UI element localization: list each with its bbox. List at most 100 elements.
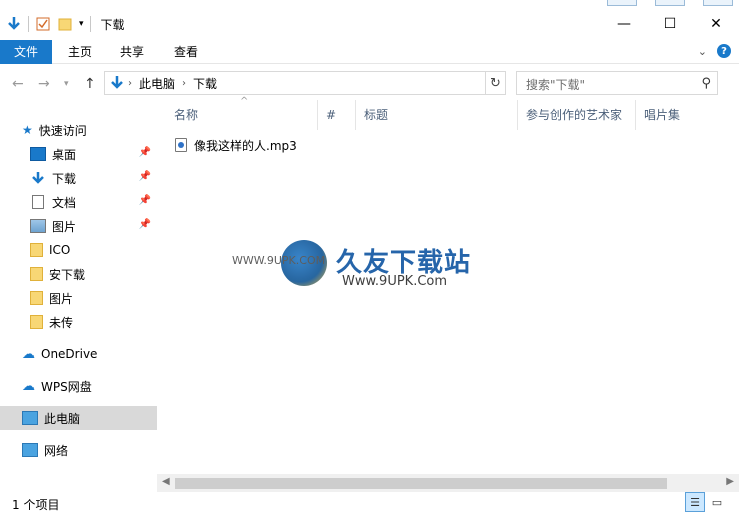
window-controls: — ☐ ✕ [601, 6, 739, 42]
customize-qat-chevron-icon[interactable]: ▾ [79, 19, 84, 29]
sidebar-item-quick-access[interactable]: ★ 快速访问 [0, 118, 157, 142]
tab-file[interactable]: 文件 [0, 40, 52, 64]
horizontal-scrollbar[interactable]: ◀ ▶ [157, 474, 739, 492]
download-icon[interactable] [6, 16, 22, 32]
sidebar-item-label: 此电脑 [44, 411, 81, 426]
properties-icon[interactable] [35, 16, 51, 32]
quick-access-toolbar: ▾ 下载 [6, 13, 125, 35]
pin-icon[interactable]: 📌 [139, 171, 151, 182]
title-bar: ▾ 下载 — ☐ ✕ [0, 0, 739, 40]
toolbar-separator [89, 16, 91, 32]
sidebar-item-label: OneDrive [41, 347, 98, 361]
pin-icon[interactable]: 📌 [139, 195, 151, 206]
folder-icon [30, 291, 43, 305]
scrollbar-thumb[interactable] [175, 478, 667, 489]
network-icon [22, 443, 38, 457]
back-arrow-icon[interactable]: ← [12, 76, 24, 92]
folder-icon [30, 267, 43, 281]
sidebar-item-label: ICO [49, 243, 71, 257]
navigation-pane: ★ 快速访问 桌面 📌 下载 📌 文档 📌 图片 📌 ICO 安下载 图片 未传… [0, 110, 157, 490]
sidebar-item-documents[interactable]: 文档 📌 [0, 190, 157, 214]
expand-ribbon-chevron-icon[interactable]: ⌄ [698, 45, 707, 58]
sidebar-item-anxiazai[interactable]: 安下载 [0, 262, 157, 286]
watermark: WWW.9UPK.COM 久友下载站 Www.9UPK.Com [232, 232, 482, 312]
list-item[interactable]: 像我这样的人.mp3 [175, 136, 297, 154]
search-icon[interactable]: ⚲ [701, 76, 711, 91]
download-folder-icon [111, 76, 123, 89]
document-icon [32, 195, 44, 209]
forward-arrow-icon[interactable]: → [38, 76, 50, 92]
sidebar-item-onedrive[interactable]: ☁ OneDrive [0, 342, 157, 366]
sidebar-item-label: 桌面 [52, 147, 77, 162]
sidebar-item-ico[interactable]: ICO [0, 238, 157, 262]
folder-icon [30, 243, 43, 257]
sidebar-item-pictures-folder[interactable]: 图片 [0, 286, 157, 310]
folder-icon [30, 315, 43, 329]
sidebar-item-label: 安下载 [49, 267, 86, 282]
large-icons-view-icon[interactable]: ▭ [707, 492, 727, 512]
column-header-title[interactable]: 标题 [355, 100, 517, 130]
download-icon [32, 172, 44, 184]
sidebar-item-label: 下载 [52, 171, 77, 186]
breadcrumb-downloads[interactable]: 下载 [189, 75, 221, 92]
recent-locations-chevron-icon[interactable]: ▾ [64, 79, 69, 89]
tab-share[interactable]: 共享 [108, 40, 156, 64]
sidebar-item-label: 图片 [52, 219, 77, 234]
pin-icon[interactable]: 📌 [139, 219, 151, 230]
file-list-pane: ^ 名称 # 标题 参与创作的艺术家 唱片集 像我这样的人.mp3 WWW.9U… [157, 96, 739, 492]
details-view-icon[interactable]: ☰ [685, 492, 705, 512]
sidebar-item-label: 文档 [52, 195, 77, 210]
desktop-icon [30, 147, 46, 161]
star-icon: ★ [22, 123, 33, 137]
toolbar-separator [28, 16, 29, 32]
window-title: 下载 [100, 17, 125, 32]
item-count: 1 个项目 [12, 498, 60, 512]
up-arrow-icon[interactable]: ↑ [84, 76, 96, 92]
sidebar-item-desktop[interactable]: 桌面 📌 [0, 142, 157, 166]
chevron-right-icon[interactable]: › [179, 78, 189, 89]
watermark-url: WWW.9UPK.COM [232, 254, 326, 267]
chevron-right-icon[interactable]: › [125, 78, 135, 89]
sidebar-item-weichuan[interactable]: 未传 [0, 310, 157, 334]
close-button[interactable]: ✕ [693, 6, 739, 42]
search-placeholder: 搜索"下载" [526, 78, 586, 92]
address-bar[interactable]: › 此电脑 › 下载 ↻ [104, 71, 506, 95]
tab-home[interactable]: 主页 [56, 40, 104, 64]
sidebar-item-downloads[interactable]: 下载 📌 [0, 166, 157, 190]
column-header-number[interactable]: # [317, 100, 355, 130]
watermark-url-secondary: Www.9UPK.Com [342, 274, 448, 289]
new-folder-icon[interactable] [57, 16, 73, 32]
help-icon[interactable]: ? [717, 44, 731, 58]
status-bar: 1 个项目 ☰ ▭ [0, 492, 739, 528]
picture-icon [30, 219, 46, 233]
scroll-right-icon[interactable]: ▶ [726, 476, 734, 487]
breadcrumb: › 此电脑 › 下载 [105, 72, 221, 94]
sidebar-item-label: 未传 [49, 315, 74, 330]
scroll-left-icon[interactable]: ◀ [162, 476, 170, 487]
search-input[interactable]: 搜索"下载" ⚲ [516, 71, 718, 95]
sidebar-item-this-pc[interactable]: 此电脑 [0, 406, 157, 430]
minimize-button[interactable]: — [601, 6, 647, 42]
view-switcher: ☰ ▭ [685, 492, 727, 512]
column-header-album[interactable]: 唱片集 [635, 100, 735, 130]
sidebar-item-network[interactable]: 网络 [0, 438, 157, 462]
column-header-artists[interactable]: 参与创作的艺术家 [517, 100, 635, 130]
ribbon-controls: ⌄ ? [698, 44, 731, 58]
sidebar-item-wps[interactable]: ☁ WPS网盘 [0, 374, 157, 398]
ribbon-tabs: 文件 主页 共享 查看 ⌄ ? [0, 40, 739, 64]
sidebar-item-label: 网络 [44, 443, 69, 458]
sidebar-item-label: WPS网盘 [41, 379, 92, 394]
refresh-icon[interactable]: ↻ [485, 72, 505, 94]
sidebar-item-label: 快速访问 [38, 123, 87, 138]
computer-icon [22, 411, 38, 425]
sidebar-item-label: 图片 [49, 291, 74, 306]
cloud-icon: ☁ [22, 346, 35, 362]
column-header-name[interactable]: 名称 [165, 100, 317, 130]
pin-icon[interactable]: 📌 [139, 147, 151, 158]
sidebar-item-pictures[interactable]: 图片 📌 [0, 214, 157, 238]
file-name: 像我这样的人.mp3 [194, 138, 297, 153]
wps-cloud-icon: ☁ [22, 378, 35, 394]
tab-view[interactable]: 查看 [162, 40, 210, 64]
breadcrumb-this-pc[interactable]: 此电脑 [135, 75, 179, 92]
maximize-button[interactable]: ☐ [647, 6, 693, 42]
